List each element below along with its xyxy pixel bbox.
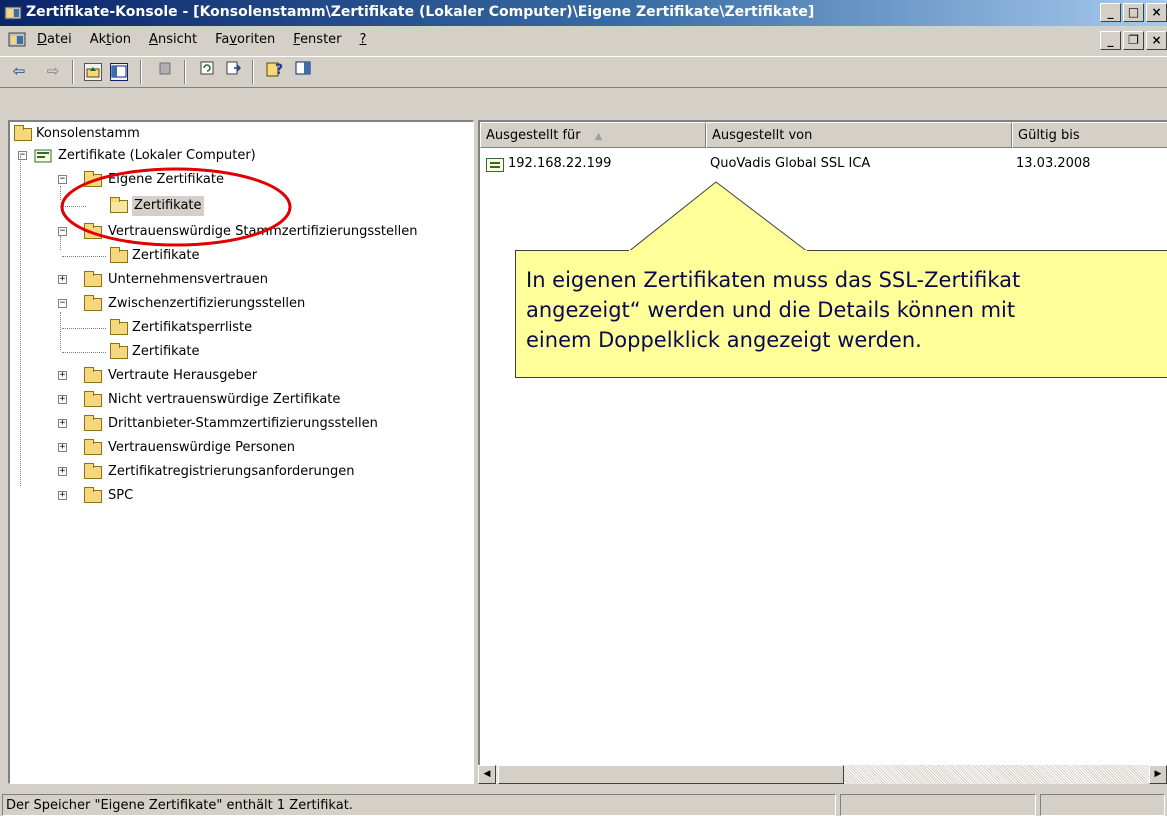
menu-help[interactable]: ? [351, 29, 376, 51]
certificate-list[interactable]: Ausgestellt für ▲ Ausgestellt von Gültig … [478, 120, 1167, 784]
callout-line-2: angezeigt“ werden und die Details können… [526, 298, 1016, 322]
folder-icon [84, 415, 102, 431]
scroll-right-icon[interactable]: ▶ [1149, 765, 1167, 784]
expand-icon[interactable]: + [58, 371, 67, 380]
certificate-icon [486, 158, 504, 172]
callout-line-3: einem Doppelklick angezeigt werden. [526, 328, 922, 352]
menu-favoriten[interactable]: Favoriten [206, 29, 284, 51]
mdi-minimize-button[interactable]: _ [1100, 31, 1121, 50]
expand-icon[interactable]: + [58, 395, 67, 404]
export-list-icon[interactable] [222, 60, 244, 82]
tree-node-eigene-zertifikate[interactable]: − Eigene Zertifikate [12, 170, 452, 190]
tree-node-stamm-zertifikate[interactable]: Zertifikate [12, 246, 452, 266]
mmc-console-icon [4, 6, 22, 20]
forward-arrow-icon[interactable]: ⇨ [42, 60, 64, 82]
maximize-button[interactable]: □ [1123, 3, 1144, 22]
column-header-ausgestellt-fuer[interactable]: Ausgestellt für ▲ [480, 122, 706, 148]
certificate-store-icon [34, 149, 52, 163]
cell-issued-to: 192.168.22.199 [508, 156, 612, 171]
status-text: Der Speicher "Eigene Zertifikate" enthäl… [2, 794, 836, 816]
tree-node-computer[interactable]: − Zertifikate (Lokaler Computer) [12, 146, 452, 166]
folder-icon [110, 319, 128, 335]
callout-line-1: In eigenen Zertifikaten muss das SSL-Zer… [526, 268, 1021, 292]
sort-ascending-icon: ▲ [594, 131, 603, 142]
cell-issued-by: QuoVadis Global SSL ICA [710, 156, 871, 171]
tree-node-spc[interactable]: + SPC [12, 486, 452, 506]
folder-icon [84, 223, 102, 239]
folder-icon [84, 439, 102, 455]
tree-node-drittanbieter-stammzertifizierungsstellen[interactable]: + Drittanbieter-Stammzertifizierungsstel… [12, 414, 452, 434]
collapse-icon[interactable]: − [58, 175, 67, 184]
folder-icon [84, 463, 102, 479]
tree-node-zertifikatregistrierungsanforderungen[interactable]: + Zertifikatregistrierungsanforderungen [12, 462, 452, 482]
folder-icon [110, 247, 128, 263]
status-panel-3 [1040, 794, 1165, 816]
refresh-icon[interactable] [196, 60, 218, 82]
minimize-button[interactable]: _ [1100, 3, 1121, 22]
expand-icon[interactable]: + [58, 419, 67, 428]
expand-icon[interactable]: + [58, 275, 67, 284]
tree-node-vertrauenswuerdige-stammzertifizierungsstellen[interactable]: − Vertrauenswürdige Stammzertifizierungs… [12, 222, 472, 242]
status-bar: Der Speicher "Eigene Zertifikate" enthäl… [0, 790, 1167, 816]
open-folder-icon [110, 197, 128, 213]
scroll-left-icon[interactable]: ◀ [478, 765, 496, 784]
collapse-icon[interactable]: − [58, 299, 67, 308]
help-icon[interactable]: ? [264, 60, 286, 82]
folder-icon [84, 295, 102, 311]
toolbar: ⇦ ⇨ ? [0, 56, 1167, 88]
tree-node-zertifikatsperrliste[interactable]: Zertifikatsperrliste [12, 318, 452, 338]
folder-icon [110, 343, 128, 359]
svg-text:?: ? [275, 62, 283, 78]
menu-datei[interactable]: Datei [28, 29, 81, 51]
up-folder-icon[interactable] [84, 63, 102, 81]
folder-icon [84, 487, 102, 503]
tree-node-vertrauenswuerdige-personen[interactable]: + Vertrauenswürdige Personen [12, 438, 452, 458]
menu-fenster[interactable]: Fenster [284, 29, 350, 51]
cell-valid-until: 13.03.2008 [1016, 156, 1091, 171]
menu-ansicht[interactable]: Ansicht [140, 29, 206, 51]
tree-node-zwischenzertifizierungsstellen[interactable]: − Zwischenzertifizierungsstellen [12, 294, 452, 314]
mdi-restore-button[interactable]: ❐ [1123, 31, 1144, 50]
title-bar[interactable]: Zertifikate-Konsole - [Konsolenstamm\Zer… [0, 0, 1167, 26]
close-button[interactable]: × [1146, 3, 1167, 22]
folder-icon [84, 171, 102, 187]
menu-bar: Datei Aktion Ansicht Favoriten Fenster ? [28, 29, 375, 51]
delete-icon[interactable] [154, 60, 176, 82]
tree-node-vertraute-herausgeber[interactable]: + Vertraute Herausgeber [12, 366, 452, 386]
folder-icon [84, 391, 102, 407]
expand-icon[interactable]: + [58, 443, 67, 452]
folder-icon [84, 271, 102, 287]
mdi-close-button[interactable]: × [1146, 31, 1167, 50]
column-header-ausgestellt-von[interactable]: Ausgestellt von [706, 122, 1012, 148]
tree-node-unternehmensvertrauen[interactable]: + Unternehmensvertrauen [12, 270, 452, 290]
horizontal-scrollbar[interactable]: ◀ ▶ [478, 765, 1167, 784]
callout-box: In eigenen Zertifikaten muss das SSL-Zer… [515, 250, 1167, 378]
menu-aktion[interactable]: Aktion [81, 29, 140, 51]
collapse-icon[interactable]: − [58, 227, 67, 236]
expand-icon[interactable]: + [58, 467, 67, 476]
folder-icon [84, 367, 102, 383]
tree-node-nicht-vertrauenswuerdige-zertifikate[interactable]: + Nicht vertrauenswürdige Zertifikate [12, 390, 452, 410]
action-pane-icon[interactable] [292, 60, 314, 82]
show-hide-tree-icon[interactable] [110, 63, 128, 81]
back-arrow-icon[interactable]: ⇦ [8, 60, 30, 82]
status-panel-2 [840, 794, 1036, 816]
tree-node-zwischen-zertifikate[interactable]: Zertifikate [12, 342, 452, 362]
expand-icon[interactable]: + [58, 491, 67, 500]
folder-icon [14, 125, 32, 141]
column-header-gueltig-bis[interactable]: Gültig bis [1012, 122, 1167, 148]
tree-node-eigene-zertifikate-zertifikate[interactable]: Zertifikate [12, 196, 452, 216]
mdi-child-icon[interactable] [8, 31, 26, 49]
console-tree[interactable]: Konsolenstamm − Zertifikate (Lokaler Com… [8, 120, 474, 784]
scrollbar-thumb[interactable] [498, 765, 844, 784]
window-title: Zertifikate-Konsole - [Konsolenstamm\Zer… [26, 4, 815, 20]
